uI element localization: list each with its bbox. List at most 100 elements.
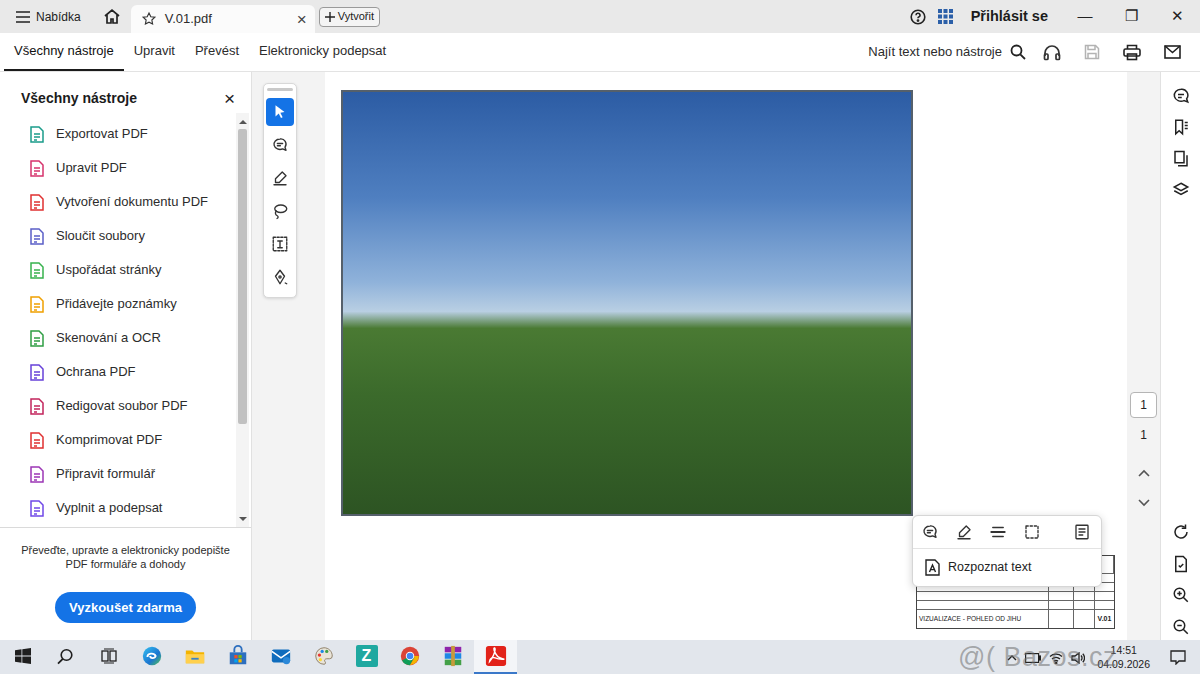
tools-scrollbar[interactable] xyxy=(236,113,249,527)
tool-item[interactable]: Vyplnit a podepsat xyxy=(0,491,236,525)
bookmarks-button[interactable] xyxy=(1172,117,1190,137)
taskbar-app-button[interactable] xyxy=(130,640,173,674)
battery-button[interactable] xyxy=(1025,647,1041,667)
taskbar-app-button[interactable] xyxy=(259,640,302,674)
quick-tool-button[interactable] xyxy=(266,98,294,126)
toolbar-tab[interactable]: Všechny nástroje xyxy=(4,33,124,71)
window-control-button[interactable]: ✕ xyxy=(1154,5,1200,28)
save-button[interactable] xyxy=(1072,44,1112,60)
quick-tool-button[interactable] xyxy=(266,131,294,159)
file-icon xyxy=(1172,555,1190,573)
taskbar-app-button[interactable] xyxy=(302,640,345,674)
taskbar-app-button[interactable] xyxy=(216,640,259,674)
home-button[interactable] xyxy=(99,8,125,25)
quick-tool-button[interactable] xyxy=(266,263,294,291)
sign-in-link[interactable]: Přihlásit se xyxy=(959,6,1062,28)
tool-item[interactable]: Přidávejte poznámky xyxy=(0,287,236,321)
marquee-tool-button[interactable] xyxy=(1023,523,1041,541)
try-free-button[interactable]: Vyzkoušet zdarma xyxy=(55,592,196,624)
toolbar-tab-label: Převést xyxy=(195,43,239,58)
signature-icon xyxy=(271,268,289,286)
tool-item[interactable]: Vytvoření dokumentu PDF xyxy=(0,185,236,219)
zoom-out-button[interactable] xyxy=(1172,616,1190,636)
zoom-in-button[interactable] xyxy=(1172,585,1190,605)
file-info-button[interactable] xyxy=(1172,553,1190,573)
read-aloud-button[interactable] xyxy=(1032,44,1072,61)
previous-page-button[interactable] xyxy=(1138,458,1150,488)
acrobat-app-icon xyxy=(485,645,507,667)
search-tools[interactable]: Najít text nebo nástroje xyxy=(868,42,1032,62)
taskbar-app-button[interactable] xyxy=(44,640,87,674)
taskbar-app-button[interactable] xyxy=(388,640,431,674)
comment-tool-button[interactable] xyxy=(921,523,939,541)
taskbar-app-button[interactable] xyxy=(474,640,517,674)
tool-item[interactable]: Komprimovat PDF xyxy=(0,423,236,457)
tool-item[interactable]: Sloučit soubory xyxy=(0,219,236,253)
tool-item[interactable]: Uspořádat stránky xyxy=(0,253,236,287)
taskbar-app-button[interactable] xyxy=(87,640,130,674)
rotate-button[interactable] xyxy=(1172,522,1190,542)
quick-tool-button[interactable] xyxy=(266,230,294,258)
tool-item[interactable]: Ochrana PDF xyxy=(0,355,236,389)
tool-item[interactable]: Připravit formulář xyxy=(0,457,236,491)
toolbar-tab[interactable]: Upravit xyxy=(124,33,185,71)
notifications-button[interactable] xyxy=(1162,647,1194,667)
tab-close-button[interactable]: × xyxy=(297,11,307,28)
recognize-text-item[interactable]: Rozpoznat text xyxy=(913,549,1101,586)
taskbar-app-button[interactable] xyxy=(1,640,44,674)
scroll-down-icon xyxy=(239,515,247,523)
title-block-cell xyxy=(1074,592,1095,601)
taskbar-app-button[interactable]: Z xyxy=(345,640,388,674)
scroll-up-icon xyxy=(239,118,247,126)
pen-tool-button[interactable] xyxy=(955,523,973,541)
form-tool-button[interactable] xyxy=(1073,523,1091,541)
document-tab[interactable]: V.01.pdf × xyxy=(131,5,315,33)
tool-item[interactable]: Skenování a OCR xyxy=(0,321,236,355)
menu-button[interactable]: Nabídka xyxy=(12,8,85,26)
pages-button[interactable] xyxy=(1172,148,1190,168)
tools-list: Exportovat PDFUpravit PDFVytvoření dokum… xyxy=(0,113,236,527)
window-control-button[interactable]: ❐ xyxy=(1108,5,1154,28)
home-icon xyxy=(103,8,121,25)
tool-icon xyxy=(29,262,46,279)
next-page-button[interactable] xyxy=(1138,488,1150,518)
help-button[interactable] xyxy=(903,9,933,25)
tool-item-label: Redigovat soubor PDF xyxy=(56,396,188,416)
quick-tools-bar xyxy=(263,83,297,298)
layers-icon xyxy=(1172,181,1190,199)
tool-item[interactable]: Upravit PDF xyxy=(0,151,236,185)
clock[interactable]: 14:51 04.09.2026 xyxy=(1093,643,1154,671)
show-hidden-icons-button[interactable] xyxy=(1007,647,1017,667)
plus-icon xyxy=(325,12,335,22)
headphones-icon xyxy=(1043,44,1061,61)
apps-button[interactable] xyxy=(933,9,959,24)
zoner-logo: Z xyxy=(356,645,378,667)
scroll-thumb[interactable] xyxy=(238,129,247,424)
comments-button[interactable] xyxy=(1172,85,1190,105)
quick-tool-button[interactable] xyxy=(266,164,294,192)
tool-item[interactable]: Redigovat soubor PDF xyxy=(0,389,236,423)
email-button[interactable] xyxy=(1152,45,1192,59)
toolbar-tab[interactable]: Převést xyxy=(185,33,249,71)
rotate-icon xyxy=(1172,523,1190,541)
tool-bar: Všechny nástrojeUpravit Převést Elektronic… xyxy=(0,33,1200,72)
tool-icon xyxy=(29,228,46,245)
taskbar-app-button[interactable] xyxy=(431,640,474,674)
tool-item-label: Připravit formulář xyxy=(56,464,155,484)
tool-item[interactable]: Exportovat PDF xyxy=(0,117,236,151)
volume-button[interactable] xyxy=(1071,647,1085,667)
print-button[interactable] xyxy=(1112,44,1152,61)
toolbar-tab[interactable]: Elektronicky podepsat xyxy=(249,33,396,71)
layers-button[interactable] xyxy=(1172,180,1190,200)
create-button[interactable]: Vytvořit xyxy=(319,7,380,27)
strike-tool-button[interactable] xyxy=(989,523,1007,541)
network-button[interactable] xyxy=(1049,647,1063,667)
quick-tool-button[interactable] xyxy=(266,197,294,225)
page-number-field[interactable]: 1 xyxy=(1130,392,1157,418)
toolbar-grip[interactable] xyxy=(267,88,293,91)
tool-icon xyxy=(29,262,46,279)
tools-panel-close-button[interactable]: × xyxy=(224,89,235,108)
tool-icon xyxy=(29,398,46,415)
window-control-button[interactable]: — xyxy=(1062,5,1108,28)
taskbar-app-button[interactable] xyxy=(173,640,216,674)
